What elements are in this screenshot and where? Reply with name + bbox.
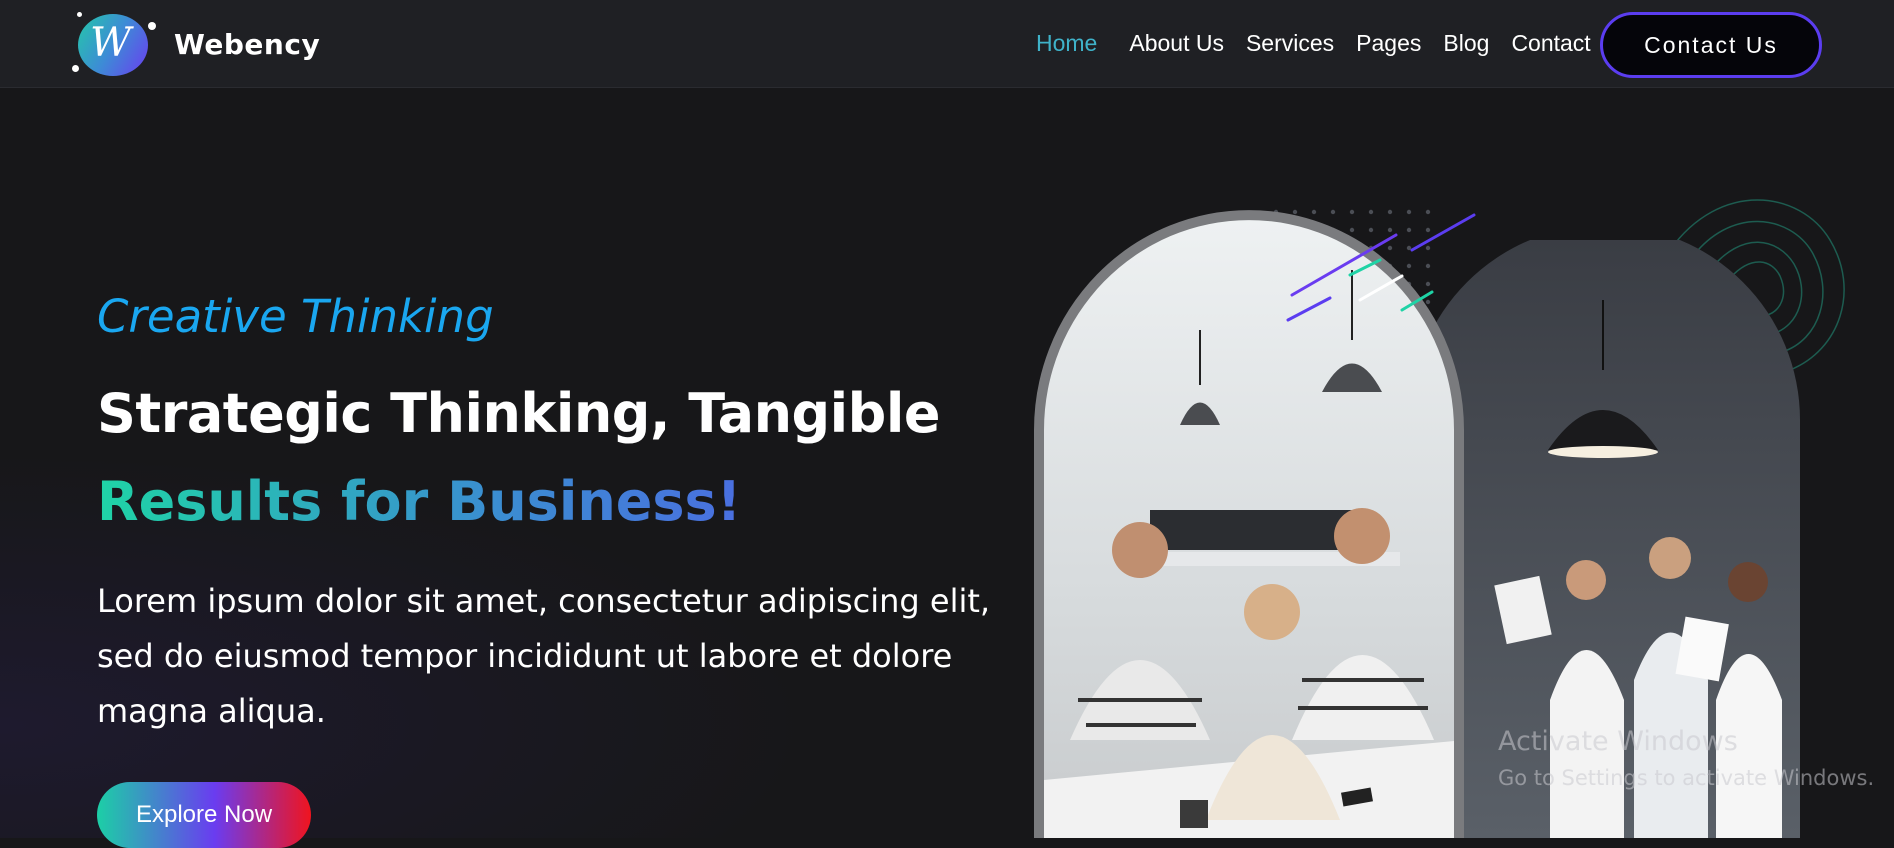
brand-logo[interactable]: W Webency <box>72 10 320 78</box>
nav-home[interactable]: Home <box>1036 30 1097 57</box>
hero-title-line1: Strategic Thinking, Tangible <box>97 382 940 445</box>
main-nav: Home About Us Services Pages Blog Contac… <box>1036 30 1613 57</box>
logo-icon: W <box>72 10 156 78</box>
os-watermark-title: Activate Windows <box>1498 726 1738 757</box>
explore-now-button[interactable]: Explore Now <box>97 782 311 848</box>
nav-contact[interactable]: Contact <box>1511 30 1590 57</box>
os-watermark-subtitle: Go to Settings to activate Windows. <box>1498 766 1875 790</box>
hero-title-line2: Results for Business! <box>97 470 742 533</box>
contact-us-button[interactable]: Contact Us <box>1600 12 1822 78</box>
hero-eyebrow: Creative Thinking <box>97 290 494 343</box>
logo-letter: W <box>90 20 132 66</box>
nav-pages[interactable]: Pages <box>1356 30 1421 57</box>
hero-lead: Lorem ipsum dolor sit amet, consectetur … <box>97 582 991 730</box>
brand-name: Webency <box>174 27 321 61</box>
nav-about-us[interactable]: About Us <box>1129 30 1224 57</box>
nav-services[interactable]: Services <box>1246 30 1334 57</box>
hero-artwork <box>1034 199 1845 838</box>
team-photo-left <box>1044 220 1454 838</box>
site-header: W Webency Home About Us Services Pages B… <box>0 0 1894 88</box>
nav-blog[interactable]: Blog <box>1443 30 1489 57</box>
